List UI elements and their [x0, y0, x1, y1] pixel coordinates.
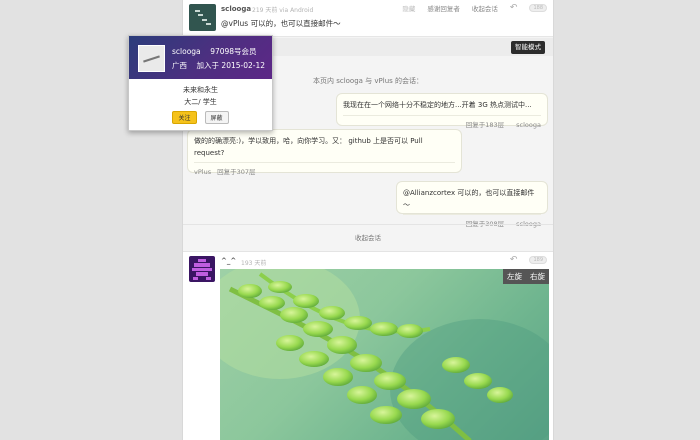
reply-meta: 219 天前 via Android — [252, 7, 314, 14]
reply-actions: ↶ 189 — [510, 255, 547, 265]
reply-meta: 193 天前 — [241, 260, 267, 267]
fern-illustration — [220, 269, 549, 440]
bubble-user[interactable]: sclooga — [516, 121, 541, 129]
rotate-left-button[interactable]: 左旋 — [503, 269, 526, 284]
bubble-floor[interactable]: 回复于183层 — [466, 121, 504, 129]
hide-link[interactable]: 隐藏 — [402, 3, 415, 13]
card-bio: 未来和永生 — [183, 86, 218, 94]
conversation-bubble: 我现在在一个网络十分不稳定的地方...开着 3G 热点测试中... 回复于183… — [336, 93, 548, 129]
bubble-meta: vPlus 回复于307层 — [194, 162, 455, 180]
card-region: 广西 — [172, 61, 187, 70]
reply-username[interactable]: ^_^ — [221, 257, 236, 265]
collapse-conversation-link[interactable]: 收起会话 — [472, 3, 498, 13]
reply-actions: 隐藏 感谢回复者 收起会话 ↶ 188 — [402, 3, 547, 13]
conversation-bubble: 做的的确漂亮:)，学以致用，哈，向你学习。又： github 上是否可以 Pul… — [187, 129, 462, 176]
bubble-text: @Allianzcortex 可以的，也可以直接邮件～ — [403, 189, 535, 209]
avatar[interactable] — [138, 45, 165, 72]
card-joined: 加入于 2015-02-12 — [196, 61, 266, 70]
bubble-text: 我现在在一个网络十分不稳定的地方...开着 3G 热点测试中... — [343, 101, 532, 109]
user-popup-card: sclooga 97098号会员 广西 加入于 2015-02-12 未来和永生… — [128, 35, 273, 131]
rotate-right-button[interactable]: 右旋 — [526, 269, 549, 284]
card-buttons: 关注 屏蔽 — [129, 111, 272, 124]
avatar[interactable] — [189, 4, 216, 31]
floor-badge: 189 — [529, 256, 547, 264]
bubble-text: 做的的确漂亮:)，学以致用，哈，向你学习。又： github 上是否可以 Pul… — [194, 137, 423, 157]
rotate-controls: 左旋 右旋 — [503, 269, 549, 284]
card-username: sclooga 97098号会员 — [172, 46, 257, 57]
reply-username[interactable]: sclooga — [221, 5, 251, 13]
bubble-user[interactable]: vPlus — [194, 168, 211, 176]
block-button[interactable]: 屏蔽 — [204, 111, 229, 124]
card-header: sclooga 97098号会员 广西 加入于 2015-02-12 — [129, 36, 272, 79]
reply-content: @vPlus 可以的，也可以直接邮件～ — [221, 19, 341, 28]
reply-arrow-icon[interactable]: ↶ — [510, 3, 518, 13]
card-member-number: 97098号会员 — [210, 47, 257, 56]
reply-item: sclooga 219 天前 via Android 隐藏 感谢回复者 收起会话… — [183, 0, 553, 37]
reply-arrow-icon[interactable]: ↶ — [510, 255, 518, 265]
follow-button[interactable]: 关注 — [172, 111, 197, 124]
bubble-floor[interactable]: 回复于307层 — [217, 168, 255, 176]
card-job: 大二/ 学生 — [184, 98, 217, 106]
reply-image[interactable]: 左旋 右旋 — [220, 269, 549, 440]
avatar[interactable] — [189, 256, 215, 282]
conversation-bubble: @Allianzcortex 可以的，也可以直接邮件～ 回复于308层 scloo… — [396, 181, 548, 228]
card-user-name[interactable]: sclooga — [172, 47, 201, 56]
card-location: 广西 加入于 2015-02-12 — [172, 60, 265, 71]
collapse-conversation-button[interactable]: 收起会话 — [183, 224, 553, 250]
reply-item: ^_^ 193 天前 ↶ 189 左旋 右旋 — [183, 251, 553, 440]
smart-mode-button[interactable]: 智能模式 — [511, 41, 545, 54]
floor-badge: 188 — [529, 4, 547, 12]
thank-link[interactable]: 感谢回复者 — [427, 3, 460, 13]
